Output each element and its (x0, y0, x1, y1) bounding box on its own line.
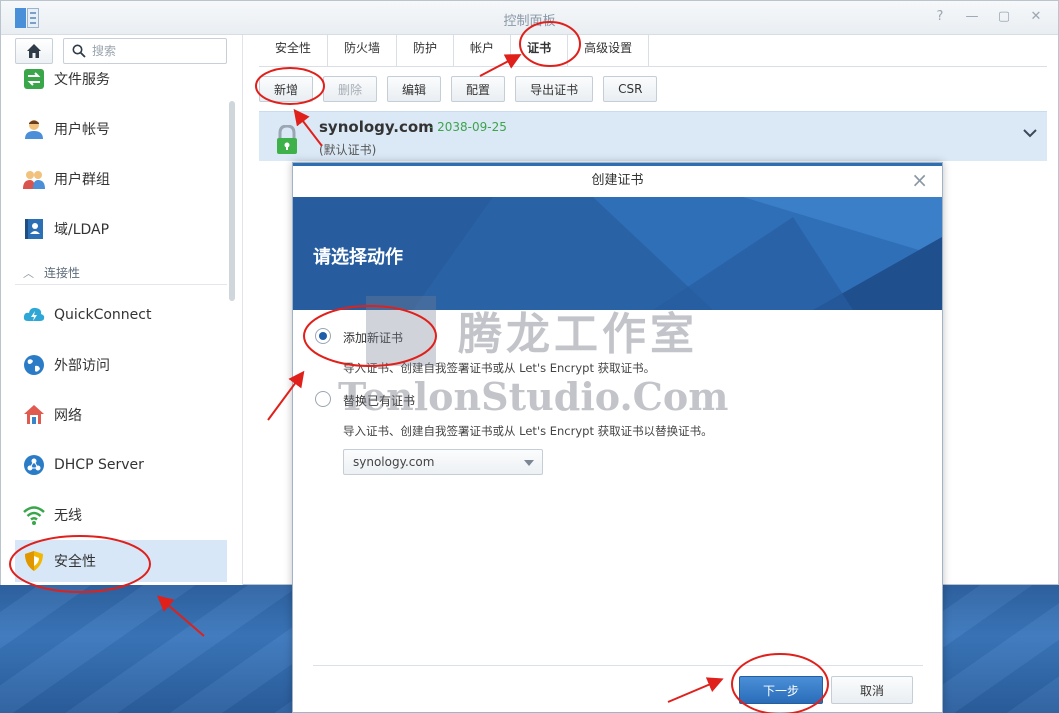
shield-icon (23, 550, 45, 572)
sidebar-item-label: 安全性 (54, 554, 96, 570)
sidebar-item-quickconnect[interactable]: QuickConnect (15, 295, 227, 335)
cancel-button[interactable]: 取消 (831, 676, 913, 704)
dialog-title: 创建证书 (293, 163, 942, 197)
edit-button[interactable]: 编辑 (387, 76, 442, 102)
tab-advanced[interactable]: 高级设置 (568, 35, 650, 66)
tab-protection[interactable]: 防护 (397, 35, 455, 66)
window-title: 控制面板 (503, 14, 556, 29)
maximize-icon[interactable]: ▢ (995, 9, 1013, 24)
close-icon[interactable]: ✕ (1027, 9, 1045, 24)
toolbar: 新增 删除 编辑 配置 导出证书 CSR (259, 76, 667, 102)
dropdown-arrow-icon (524, 460, 534, 466)
sidebar-item-label: DHCP Server (54, 457, 144, 473)
certificate-select-value: synology.com (353, 455, 435, 469)
next-button[interactable]: 下一步 (739, 676, 823, 704)
search-icon (72, 44, 86, 58)
certificate-select[interactable]: synology.com (343, 449, 543, 475)
sidebar-item-dhcp-server[interactable]: DHCP Server (15, 445, 227, 485)
sidebar-item-wireless[interactable]: 无线 (15, 495, 227, 535)
sidebar-item-user-accounts[interactable]: 用户帐号 (15, 109, 227, 149)
replace-existing-certificate-radio[interactable] (315, 391, 331, 407)
sidebar-item-user-groups[interactable]: 用户群组 (15, 159, 227, 199)
dialog-divider (313, 665, 923, 666)
lock-icon (275, 124, 299, 155)
certificate-expiry-date: - 2038-09-25 (429, 120, 507, 134)
chevron-up-icon: ︿ (23, 266, 34, 280)
close-icon[interactable]: × (911, 168, 928, 192)
replace-existing-certificate-description: 导入证书、创建自我签署证书或从 Let's Encrypt 获取证书以替换证书。 (343, 424, 713, 438)
sidebar-section-label: 连接性 (44, 266, 81, 280)
tab-bar: 安全性 防火墙 防护 帐户 证书 高级设置 (259, 35, 1047, 67)
delete-button[interactable]: 删除 (323, 76, 378, 102)
sidebar-item-label: 无线 (54, 508, 82, 524)
title-bar[interactable]: 控制面板 ? — ▢ ✕ (1, 1, 1058, 35)
sidebar-section-connectivity[interactable]: ︿ 连接性 (15, 261, 227, 285)
dialog-heading: 请选择动作 (313, 247, 403, 268)
add-button[interactable]: 新增 (259, 76, 314, 102)
tab-security[interactable]: 安全性 (259, 35, 329, 66)
sidebar-item-label: 文件服务 (54, 72, 110, 88)
export-certificate-button[interactable]: 导出证书 (515, 76, 594, 102)
sidebar-item-label: QuickConnect (54, 307, 152, 323)
watermark-text-en: TenlonStudio.Com (338, 374, 729, 419)
certificate-name: synology.com (319, 118, 434, 136)
chevron-down-icon[interactable] (1023, 128, 1037, 138)
certificate-row[interactable]: synology.com - 2038-09-25 (默认证书) (259, 111, 1047, 161)
csr-button[interactable]: CSR (603, 76, 658, 102)
configure-button[interactable]: 配置 (451, 76, 506, 102)
wifi-icon (23, 504, 45, 526)
sidebar-item-label: 用户帐号 (54, 122, 110, 138)
sidebar: 文件服务 用户帐号 用户群组 域/LDAP ︿ 连接性 (1, 35, 243, 585)
create-certificate-dialog: 创建证书 × 请选择动作 添加新证书 导入证书、创建自我签署证书或从 Let's… (292, 162, 943, 713)
sidebar-item-label: 域/LDAP (54, 222, 110, 238)
sidebar-item-domain-ldap[interactable]: 域/LDAP (15, 209, 227, 249)
help-icon[interactable]: ? (931, 9, 949, 24)
dialog-banner: 请选择动作 (293, 197, 942, 310)
sidebar-item-label: 网络 (54, 408, 82, 424)
certificate-default-label: (默认证书) (319, 143, 377, 157)
sidebar-item-external-access[interactable]: 外部访问 (15, 345, 227, 385)
sidebar-item-label: 用户群组 (54, 172, 110, 188)
home-icon (27, 44, 41, 58)
tab-firewall[interactable]: 防火墙 (328, 35, 398, 66)
sidebar-item-file-services[interactable]: 文件服务 (15, 59, 227, 99)
sidebar-item-network[interactable]: 网络 (15, 395, 227, 435)
watermark-text-cn: 腾龙工作室 (458, 309, 698, 360)
sidebar-item-security[interactable]: 安全性 (15, 540, 227, 582)
sidebar-item-label: 外部访问 (54, 358, 110, 374)
user-group-icon (23, 168, 45, 190)
sidebar-scrollbar[interactable] (229, 101, 235, 301)
watermark-logo (366, 296, 436, 366)
search-input[interactable] (92, 42, 222, 60)
add-new-certificate-radio[interactable] (315, 328, 331, 344)
user-icon (23, 118, 45, 140)
network-house-icon (23, 404, 45, 426)
minimize-icon[interactable]: — (963, 9, 981, 24)
domain-ldap-icon (23, 218, 45, 240)
tab-account[interactable]: 帐户 (454, 35, 512, 66)
quickconnect-icon (23, 304, 45, 326)
tab-certificate[interactable]: 证书 (511, 35, 569, 66)
globe-icon (23, 354, 45, 376)
file-services-icon (23, 68, 45, 90)
dhcp-icon (23, 454, 45, 476)
